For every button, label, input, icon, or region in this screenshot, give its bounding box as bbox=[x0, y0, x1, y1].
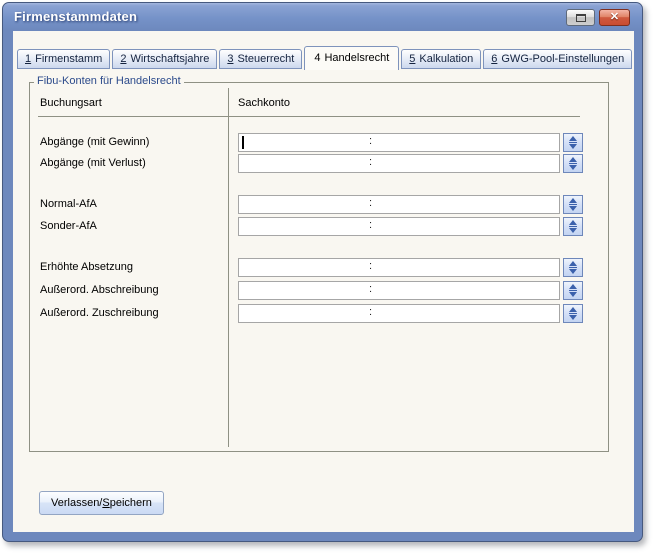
account-mask-separator: : bbox=[369, 219, 372, 231]
spinner-bar-icon bbox=[569, 163, 577, 164]
titlebar[interactable]: Firmenstammdaten ✕ bbox=[3, 3, 642, 31]
tab-number: 6 bbox=[491, 53, 497, 65]
sachkonto-input-ausserord-zuschreibung[interactable]: : bbox=[238, 304, 560, 323]
row-label-sonder-afa: Sonder-AfA bbox=[40, 217, 97, 236]
account-mask-separator: : bbox=[369, 306, 372, 318]
tab-number: 5 bbox=[409, 53, 415, 65]
form-row: Abgänge (mit Verlust) : bbox=[30, 154, 608, 173]
account-mask-separator: : bbox=[369, 197, 372, 209]
tab-number: 1 bbox=[25, 53, 31, 65]
button-mnemonic: S bbox=[102, 497, 109, 509]
account-mask-separator: : bbox=[369, 283, 372, 295]
spinner-sonder-afa[interactable] bbox=[563, 217, 583, 236]
account-mask-separator: : bbox=[369, 156, 372, 168]
spinner-bar-icon bbox=[569, 313, 577, 314]
sachkonto-input-sonder-afa[interactable]: : bbox=[238, 217, 560, 236]
row-label-abgaenge-gewinn: Abgänge (mit Gewinn) bbox=[40, 133, 149, 152]
header-separator bbox=[38, 116, 580, 117]
row-label-ausserord-abschreibung: Außerord. Abschreibung bbox=[40, 281, 159, 300]
tab-label: Wirtschaftsjahre bbox=[130, 53, 209, 65]
spinner-bar-icon bbox=[569, 142, 577, 143]
form-row: Außerord. Zuschreibung : bbox=[30, 304, 608, 323]
button-label-part: peichern bbox=[110, 497, 152, 509]
close-icon: ✕ bbox=[610, 12, 619, 23]
spinner-up-icon[interactable] bbox=[569, 220, 577, 225]
sachkonto-input-ausserord-abschreibung[interactable]: : bbox=[238, 281, 560, 300]
spinner-down-icon[interactable] bbox=[569, 315, 577, 320]
spinner-erhoehte-absetzung[interactable] bbox=[563, 258, 583, 277]
window-title: Firmenstammdaten bbox=[14, 9, 137, 24]
spinner-normal-afa[interactable] bbox=[563, 195, 583, 214]
sachkonto-input-erhoehte-absetzung[interactable]: : bbox=[238, 258, 560, 277]
row-label-erhoehte-absetzung: Erhöhte Absetzung bbox=[40, 258, 133, 277]
tab-number: 3 bbox=[227, 53, 233, 65]
spinner-down-icon[interactable] bbox=[569, 228, 577, 233]
maximize-icon bbox=[576, 14, 586, 22]
spinner-abgaenge-gewinn[interactable] bbox=[563, 133, 583, 152]
tab-handelsrecht[interactable]: 4 Handelsrecht bbox=[304, 46, 399, 70]
groupbox-fibu-konten: Fibu-Konten für Handelsrecht Buchungsart… bbox=[29, 82, 609, 452]
row-label-normal-afa: Normal-AfA bbox=[40, 195, 97, 214]
form-row: Normal-AfA : bbox=[30, 195, 608, 214]
spinner-bar-icon bbox=[569, 290, 577, 291]
form-row: Erhöhte Absetzung : bbox=[30, 258, 608, 277]
groupbox-title: Fibu-Konten für Handelsrecht bbox=[34, 75, 184, 87]
text-caret bbox=[242, 136, 244, 149]
button-label-part: Verlassen/ bbox=[51, 497, 102, 509]
spinner-ausserord-abschreibung[interactable] bbox=[563, 281, 583, 300]
tab-firmenstamm[interactable]: 1 Firmenstamm bbox=[17, 49, 110, 69]
sachkonto-input-abgaenge-gewinn[interactable]: : bbox=[238, 133, 560, 152]
dialog-window: Firmenstammdaten ✕ 1 Firmenstamm 2 Wirtsch… bbox=[2, 2, 643, 542]
spinner-up-icon[interactable] bbox=[569, 261, 577, 266]
spinner-up-icon[interactable] bbox=[569, 284, 577, 289]
close-button[interactable]: ✕ bbox=[599, 9, 630, 26]
maximize-button[interactable] bbox=[566, 9, 595, 26]
spinner-bar-icon bbox=[569, 204, 577, 205]
spinner-abgaenge-verlust[interactable] bbox=[563, 154, 583, 173]
account-mask-separator: : bbox=[369, 135, 372, 147]
sachkonto-input-abgaenge-verlust[interactable]: : bbox=[238, 154, 560, 173]
spinner-bar-icon bbox=[569, 267, 577, 268]
tab-number: 4 bbox=[314, 52, 320, 64]
form-row: Außerord. Abschreibung : bbox=[30, 281, 608, 300]
tab-wirtschaftsjahre[interactable]: 2 Wirtschaftsjahre bbox=[112, 49, 217, 69]
form-row: Abgänge (mit Gewinn) : bbox=[30, 133, 608, 152]
spinner-ausserord-zuschreibung[interactable] bbox=[563, 304, 583, 323]
sachkonto-input-normal-afa[interactable]: : bbox=[238, 195, 560, 214]
dialog-content: 1 Firmenstamm 2 Wirtschaftsjahre 3 Steuerre… bbox=[13, 31, 634, 532]
spinner-up-icon[interactable] bbox=[569, 136, 577, 141]
form-row: Sonder-AfA : bbox=[30, 217, 608, 236]
spinner-bar-icon bbox=[569, 226, 577, 227]
spinner-down-icon[interactable] bbox=[569, 144, 577, 149]
tab-number: 2 bbox=[120, 53, 126, 65]
spinner-up-icon[interactable] bbox=[569, 198, 577, 203]
spinner-down-icon[interactable] bbox=[569, 165, 577, 170]
row-label-abgaenge-verlust: Abgänge (mit Verlust) bbox=[40, 154, 146, 173]
row-label-ausserord-zuschreibung: Außerord. Zuschreibung bbox=[40, 304, 159, 323]
tab-label: Kalkulation bbox=[419, 53, 473, 65]
spinner-down-icon[interactable] bbox=[569, 292, 577, 297]
tab-label: GWG-Pool-Einstellungen bbox=[501, 53, 624, 65]
account-mask-separator: : bbox=[369, 260, 372, 272]
tab-gwg-pool-einstellungen[interactable]: 6 GWG-Pool-Einstellungen bbox=[483, 49, 632, 69]
tab-strip: 1 Firmenstamm 2 Wirtschaftsjahre 3 Steuerre… bbox=[17, 45, 634, 69]
tab-label: Firmenstamm bbox=[35, 53, 102, 65]
spinner-up-icon[interactable] bbox=[569, 157, 577, 162]
spinner-down-icon[interactable] bbox=[569, 206, 577, 211]
spinner-down-icon[interactable] bbox=[569, 269, 577, 274]
tab-label: Steuerrecht bbox=[237, 53, 294, 65]
column-header-buchungsart: Buchungsart bbox=[40, 97, 102, 109]
tab-kalkulation[interactable]: 5 Kalkulation bbox=[401, 49, 481, 69]
tab-label: Handelsrecht bbox=[324, 52, 389, 64]
tab-steuerrecht[interactable]: 3 Steuerrecht bbox=[219, 49, 302, 69]
verlassen-speichern-button[interactable]: Verlassen/Speichern bbox=[39, 491, 164, 515]
spinner-up-icon[interactable] bbox=[569, 307, 577, 312]
column-header-sachkonto: Sachkonto bbox=[238, 97, 290, 109]
